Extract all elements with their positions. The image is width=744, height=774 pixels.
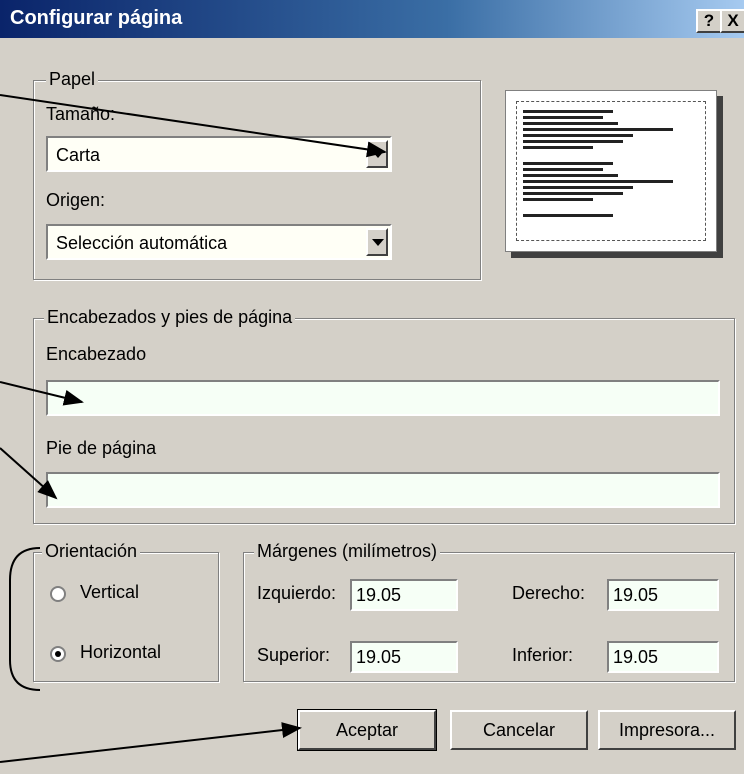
right-margin-label: Derecho: — [512, 583, 586, 603]
size-select[interactable]: Carta — [46, 136, 392, 172]
footer-input[interactable] — [46, 472, 720, 508]
size-value: Carta — [56, 145, 101, 165]
preview-text-line — [523, 214, 613, 217]
left-margin-input[interactable] — [350, 579, 458, 611]
bottom-margin-label: Inferior: — [512, 645, 574, 665]
left-margin-label: Izquierdo: — [257, 583, 337, 603]
preview-text-line — [523, 162, 613, 165]
preview-text-line — [523, 174, 618, 177]
preview-text-line — [523, 128, 673, 131]
header-input[interactable] — [46, 380, 720, 416]
source-label: Origen: — [46, 190, 106, 210]
preview-text-line — [523, 198, 593, 201]
help-button[interactable]: ? — [696, 9, 722, 33]
preview-text-line — [523, 116, 603, 119]
preview-text-line — [523, 186, 633, 189]
preview-text-line — [523, 140, 623, 143]
top-margin-input[interactable] — [350, 641, 458, 673]
chevron-down-icon[interactable] — [366, 140, 388, 168]
footer-label: Pie de página — [46, 438, 157, 458]
ok-button[interactable]: Aceptar — [297, 709, 437, 751]
preview-text-line — [523, 192, 623, 195]
preview-text-line — [523, 134, 633, 137]
chevron-down-icon[interactable] — [366, 228, 388, 256]
top-margin-label: Superior: — [257, 645, 331, 665]
bottom-margin-input[interactable] — [607, 641, 719, 673]
vertical-radio[interactable] — [50, 586, 66, 602]
printer-button[interactable]: Impresora... — [598, 710, 736, 750]
vertical-label[interactable]: Vertical — [80, 582, 139, 603]
arrow-to-ok — [0, 722, 302, 763]
preview-text-line — [523, 110, 613, 113]
orientation-legend: Orientación — [42, 541, 141, 562]
margins-legend: Márgenes (milímetros) — [254, 541, 441, 562]
source-value: Selección automática — [56, 233, 228, 253]
preview-text-line — [523, 122, 618, 125]
headers-legend: Encabezados y pies de página — [44, 307, 296, 328]
horizontal-label[interactable]: Horizontal — [80, 642, 161, 663]
cancel-button[interactable]: Cancelar — [450, 710, 588, 750]
preview-text-line — [523, 168, 603, 171]
right-margin-input[interactable] — [607, 579, 719, 611]
window-title: Configurar página — [10, 7, 183, 29]
size-label: Tamaño: — [46, 104, 116, 124]
header-label: Encabezado — [46, 344, 147, 364]
page-preview — [505, 90, 717, 252]
horizontal-radio[interactable] — [50, 646, 66, 662]
title-bar[interactable]: Configurar página ? X — [0, 0, 744, 38]
preview-margin-outline — [516, 101, 706, 241]
preview-text-line — [523, 146, 593, 149]
close-button[interactable]: X — [720, 9, 744, 33]
paper-legend: Papel — [46, 69, 99, 90]
preview-text-line — [523, 180, 673, 183]
page-setup-dialog: Configurar página ? X Papel Tamaño: Cart… — [0, 0, 744, 774]
source-select[interactable]: Selección automática — [46, 224, 392, 260]
